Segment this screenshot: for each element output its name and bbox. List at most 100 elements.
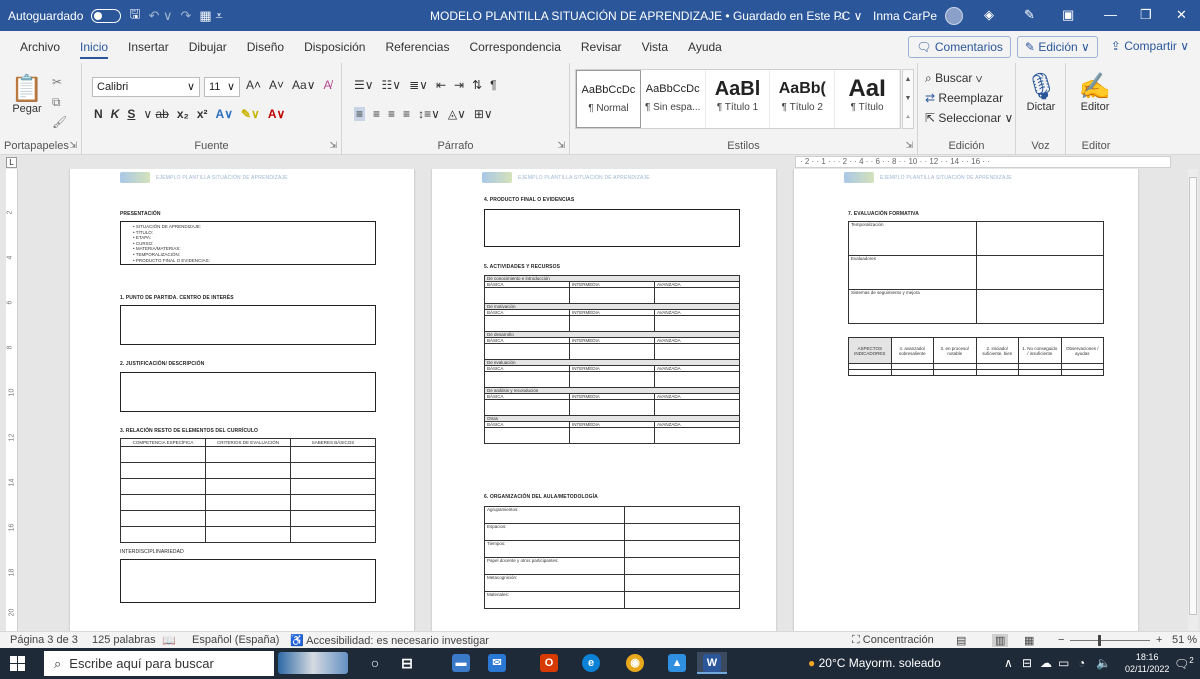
taskbar-search[interactable]: ⌕ Escribe aquí para buscar xyxy=(44,651,274,676)
tab-archivo[interactable]: Archivo xyxy=(10,31,70,63)
cortana-icon[interactable]: ○ xyxy=(366,654,384,672)
task-view-icon[interactable]: ⊟ xyxy=(398,654,416,672)
clear-format-icon[interactable]: A̸ xyxy=(324,78,332,92)
share-button[interactable]: ⇪ Compartir ∨ xyxy=(1104,36,1196,58)
document-title[interactable]: MODELO PLANTILLA SITUACIÓN DE APRENDIZAJ… xyxy=(430,9,862,23)
page-1[interactable]: EJEMPLO PLANTILLA SITUACIÓN DE APRENDIZA… xyxy=(70,169,414,631)
vertical-scrollbar[interactable] xyxy=(1188,169,1198,631)
editor-button[interactable]: ✍ Editor xyxy=(1074,71,1116,113)
battery-icon[interactable]: ▭ xyxy=(1058,656,1069,670)
search-icon[interactable]: ⌕ xyxy=(838,7,846,24)
numbering-icon[interactable]: ☷∨ xyxy=(382,78,402,92)
network-icon[interactable]: ⊟ xyxy=(1022,656,1032,670)
grow-font-icon[interactable]: A˄ xyxy=(246,78,261,92)
select-button[interactable]: ⇱ Seleccionar ∨ xyxy=(925,111,1013,125)
clipboard-launcher-icon[interactable]: ⇲ xyxy=(69,140,77,151)
organization-table[interactable]: Agrupamientos: Espacios: Tiempos: Papel … xyxy=(483,506,740,609)
superscript-icon[interactable]: x² xyxy=(197,107,208,121)
multilevel-list-icon[interactable]: ≣∨ xyxy=(409,78,428,92)
align-right-icon[interactable]: ≡ xyxy=(388,107,395,121)
strikethrough-icon[interactable]: ∨ ab xyxy=(143,107,168,121)
zoom-level[interactable]: 51 % xyxy=(1172,634,1197,646)
cut-icon[interactable]: ✂ xyxy=(52,75,62,89)
diamond-icon[interactable]: ◈ xyxy=(984,7,994,23)
font-name-select[interactable]: Calibri ∨ xyxy=(92,77,200,97)
zoom-slider-thumb[interactable] xyxy=(1098,635,1101,646)
copy-icon[interactable]: ⧉ xyxy=(52,95,61,110)
align-center-icon[interactable]: ≡ xyxy=(373,107,380,121)
decrease-indent-icon[interactable]: ⇤ xyxy=(436,78,446,92)
redo-icon[interactable]: ↷ xyxy=(181,8,192,24)
section-4-box[interactable] xyxy=(484,209,740,247)
focus-button[interactable]: ⛶ Concentración xyxy=(852,634,934,647)
replace-button[interactable]: ⇄ Reemplazar xyxy=(925,91,1003,105)
restore-icon[interactable]: ❐ xyxy=(1140,7,1152,23)
bullets-icon[interactable]: ☰∨ xyxy=(354,78,374,92)
volume-icon[interactable]: 🔈 xyxy=(1096,656,1111,670)
underline-icon[interactable]: S xyxy=(127,107,135,121)
undo-icon[interactable]: ↶ ∨ xyxy=(148,8,172,24)
read-mode-icon[interactable]: ▤ xyxy=(956,634,966,647)
avatar[interactable] xyxy=(945,6,964,25)
shrink-font-icon[interactable]: A˅ xyxy=(269,78,284,92)
zoom-slider[interactable] xyxy=(1070,640,1150,641)
increase-indent-icon[interactable]: ⇥ xyxy=(454,78,464,92)
tab-vista[interactable]: Vista xyxy=(632,31,678,63)
proofing-icon[interactable]: 📖 xyxy=(162,634,176,647)
font-size-select[interactable]: 11 ∨ xyxy=(204,77,240,97)
align-left-icon[interactable]: ≡ xyxy=(354,107,366,121)
pen-icon[interactable]: ✎ xyxy=(1024,7,1035,23)
tab-ayuda[interactable]: Ayuda xyxy=(678,31,732,63)
text-effects-icon[interactable]: A∨ xyxy=(216,107,233,121)
windows-start-icon[interactable] xyxy=(10,656,25,671)
borders-icon[interactable]: ⊞∨ xyxy=(474,107,493,121)
autosave-toggle[interactable] xyxy=(91,8,122,23)
taskbar-clock[interactable]: 18:16 02/11/2022 xyxy=(1125,651,1169,675)
news-app-icon[interactable]: ▬ xyxy=(452,654,470,672)
font-color-icon[interactable]: A∨ xyxy=(268,107,285,121)
editing-mode-button[interactable]: ✎ Edición ∨ xyxy=(1016,36,1098,58)
highlight-icon[interactable]: ✎∨ xyxy=(241,107,260,121)
curriculum-table[interactable]: COMPETENCIA ESPECÍFICA CRITERIOS DE EVAL… xyxy=(120,438,376,543)
sort-icon[interactable]: ⇅ xyxy=(472,78,482,92)
page-count[interactable]: Página 3 de 3 xyxy=(10,634,78,646)
paragraph-launcher-icon[interactable]: ⇲ xyxy=(557,140,565,151)
tab-disposicion[interactable]: Disposición xyxy=(294,31,375,63)
notifications-icon[interactable]: 🗨2 xyxy=(1174,656,1194,671)
bold-icon[interactable]: N xyxy=(94,107,103,121)
chrome-browser-icon[interactable]: ◉ xyxy=(626,654,644,672)
zoom-in-icon[interactable]: + xyxy=(1156,634,1162,646)
italic-icon[interactable]: K xyxy=(111,107,120,121)
comments-button[interactable]: 🗨 Comentarios xyxy=(908,36,1011,58)
rubric-table[interactable]: ASPECTOS INDICADORES 4. avanzado/ sobres… xyxy=(848,337,1104,376)
save-icon[interactable]: 🖫 xyxy=(129,5,140,27)
close-icon[interactable]: ✕ xyxy=(1176,7,1187,23)
styles-launcher-icon[interactable]: ⇲ xyxy=(905,140,913,151)
weather-widget[interactable]: ● 20°C Mayorm. soleado xyxy=(808,656,941,670)
zoom-out-icon[interactable]: − xyxy=(1058,634,1064,646)
word-taskbar-button[interactable]: W xyxy=(697,652,727,674)
word-count[interactable]: 125 palabras xyxy=(92,634,156,646)
evaluation-table[interactable]: Temporalización Evaluadores Sistemas de … xyxy=(848,221,1104,324)
paste-button[interactable]: 📋 Pegar xyxy=(10,73,44,115)
ribbon-display-icon[interactable]: ▣ xyxy=(1062,7,1074,23)
photos-app-icon[interactable]: ▲ xyxy=(668,654,686,672)
page-2[interactable]: EJEMPLO PLANTILLA SITUACIÓN DE APRENDIZA… xyxy=(432,169,776,631)
minimize-icon[interactable]: — xyxy=(1104,7,1117,22)
web-layout-icon[interactable]: ▦ xyxy=(1024,634,1034,647)
find-button[interactable]: ⌕ Buscar ∨ xyxy=(925,71,983,86)
section-1-box[interactable] xyxy=(120,305,376,345)
dictate-button[interactable]: 🎙 Dictar xyxy=(1022,71,1060,113)
language-status[interactable]: Español (España) xyxy=(192,634,279,646)
horizontal-ruler[interactable]: · 2 · · 1 · · · 2 · · 4 · · 6 · · 8 · · … xyxy=(795,156,1171,168)
tab-correspondencia[interactable]: Correspondencia xyxy=(459,31,570,63)
quick-access-icon[interactable]: ▦ ⩡ xyxy=(199,8,222,24)
office-app-icon[interactable]: O xyxy=(540,654,558,672)
tab-insertar[interactable]: Insertar xyxy=(118,31,179,63)
format-painter-icon[interactable]: 🖌 xyxy=(52,115,67,129)
shading-icon[interactable]: ◬∨ xyxy=(448,107,466,121)
wifi-icon[interactable]: ◔ xyxy=(1078,656,1085,670)
tab-stop-selector[interactable]: L xyxy=(6,157,17,168)
tab-referencias[interactable]: Referencias xyxy=(375,31,459,63)
font-launcher-icon[interactable]: ⇲ xyxy=(329,140,337,151)
